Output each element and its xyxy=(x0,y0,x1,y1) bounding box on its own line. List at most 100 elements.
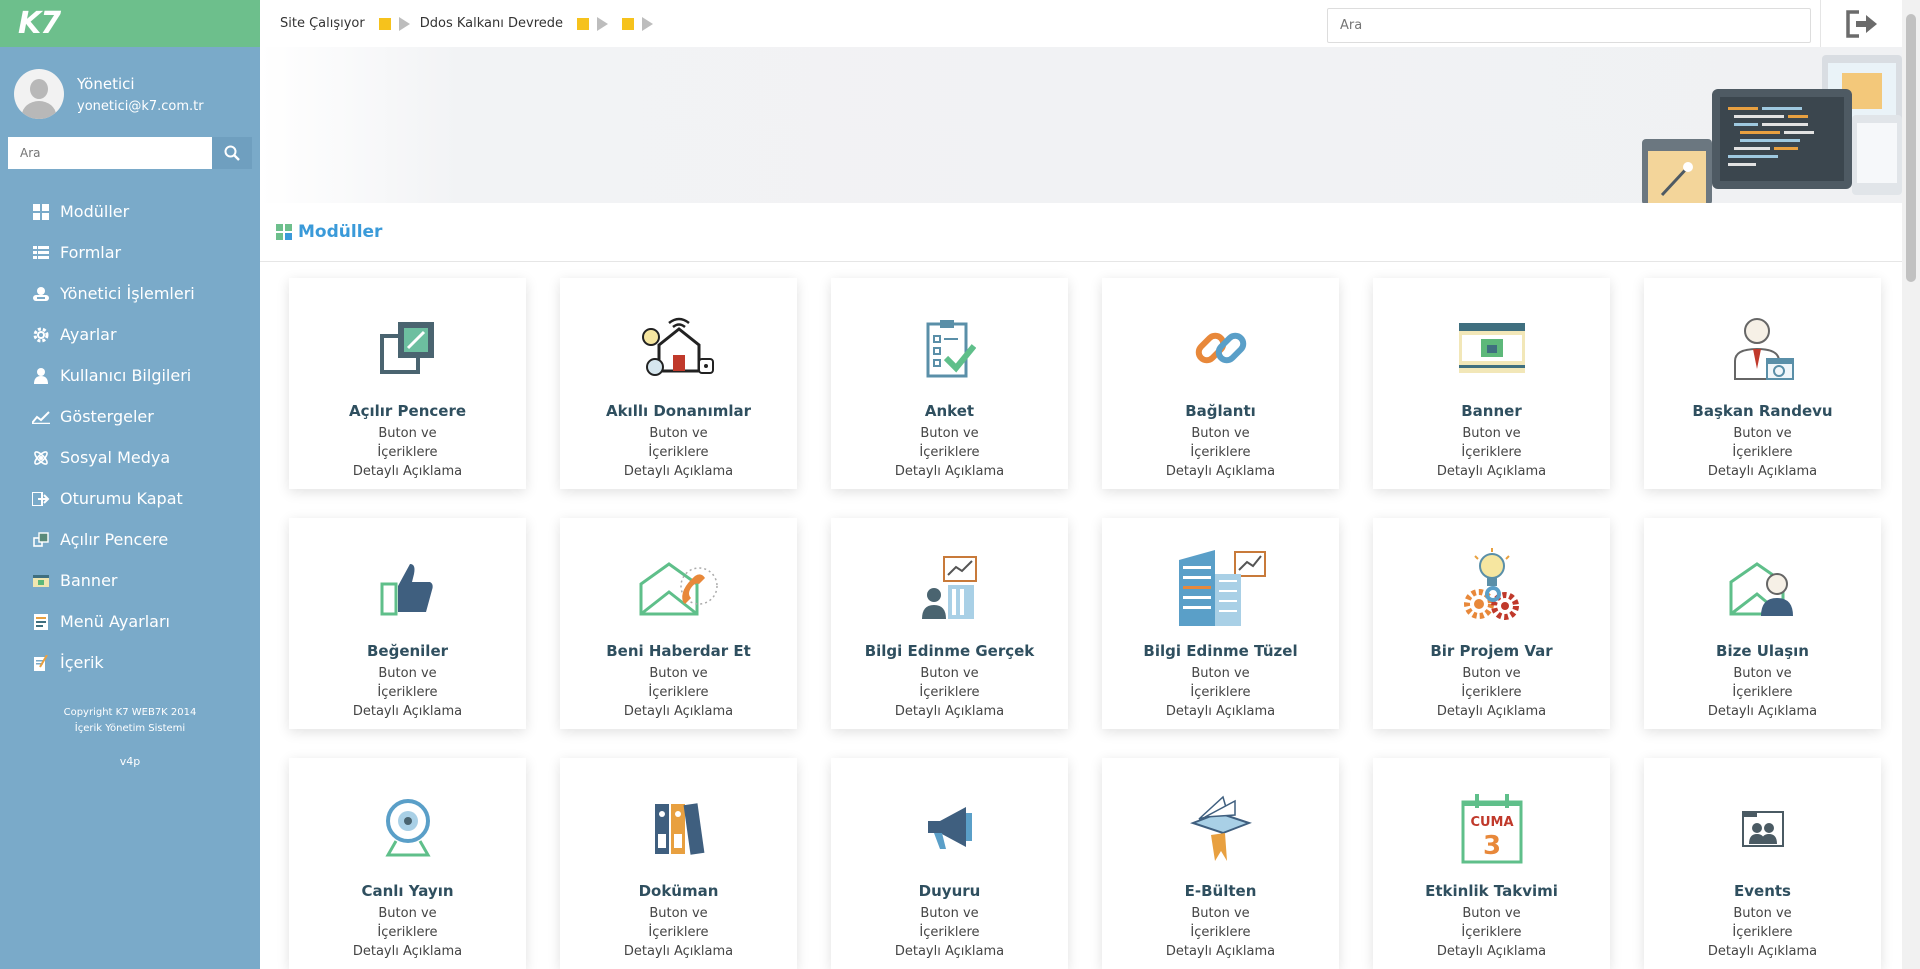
president-appointment-icon xyxy=(1733,318,1794,380)
megaphone-icon xyxy=(927,807,972,849)
sidebar-search xyxy=(8,137,252,169)
status-extra xyxy=(618,16,654,31)
content-icon xyxy=(30,654,52,672)
module-title: Events xyxy=(1734,882,1791,900)
sidebar-item-ayarlar[interactable]: Ayarlar xyxy=(0,314,260,355)
grid-icon xyxy=(30,203,52,221)
webcam-icon xyxy=(384,799,431,857)
module-title: Beğeniler xyxy=(366,642,449,660)
module-card[interactable]: Events Buton ve İçeriklere Detaylı Açıkl… xyxy=(1644,758,1881,969)
module-desc: Buton ve İçeriklere Detaylı Açıklama xyxy=(352,426,463,479)
module-desc: Buton ve İçeriklere Detaylı Açıklama xyxy=(1436,906,1547,959)
module-card[interactable]: Banner Buton ve İçeriklere Detaylı Açıkl… xyxy=(1373,278,1610,489)
calendar-icon: CUMA3 xyxy=(1461,794,1522,864)
module-title: Etkinlik Takvimi xyxy=(1425,882,1558,900)
module-card[interactable]: Doküman Buton ve İçeriklere Detaylı Açık… xyxy=(560,758,797,969)
sidebar-item-yonetici-islemleri[interactable]: Yönetici İşlemleri xyxy=(0,273,260,314)
module-card[interactable]: Bir Projem Var Buton ve İçeriklere Detay… xyxy=(1373,518,1610,729)
sidebar-item-label: Oturumu Kapat xyxy=(60,489,183,508)
list-icon xyxy=(30,244,52,262)
version-label: v4p xyxy=(119,755,141,768)
module-card[interactable]: Akıllı Donanımlar Buton ve İçeriklere De… xyxy=(560,278,797,489)
module-card[interactable]: CUMA 3 Etkinlik Takvimi Buton ve İçerikle… xyxy=(1373,758,1610,969)
module-title: Banner xyxy=(1461,402,1522,420)
sidebar-item-label: İçerik xyxy=(60,653,104,672)
top-search-input[interactable] xyxy=(1327,8,1811,43)
module-title: Duyuru xyxy=(918,882,981,900)
module-title: Bilgi Edinme Gerçek xyxy=(864,642,1035,660)
module-card[interactable]: Bağlantı Buton ve İçeriklere Detaylı Açı… xyxy=(1102,278,1339,489)
module-desc: Buton ve İçeriklere Detaylı Açıklama xyxy=(623,666,734,719)
module-desc: Buton ve İçeriklere Detaylı Açıklama xyxy=(352,666,463,719)
module-desc: Buton ve İçeriklere Detaylı Açıklama xyxy=(623,426,734,479)
module-title: Açılır Pencere xyxy=(348,402,467,420)
sidebar-item-icerik[interactable]: İçerik xyxy=(0,642,260,683)
status-bar: Site Çalışıyor Ddos Kalkanı Devrede xyxy=(260,16,663,31)
popup-icon xyxy=(30,531,52,549)
binders-icon xyxy=(654,803,704,855)
module-title: Bilgi Edinme Tüzel xyxy=(1143,642,1298,660)
sidebar-item-acilir-pencere[interactable]: Açılır Pencere xyxy=(0,519,260,560)
module-card[interactable]: Canlı Yayın Buton ve İçeriklere Detaylı … xyxy=(289,758,526,969)
corporate-building-icon xyxy=(1178,550,1266,626)
sidebar-item-gostergeler[interactable]: Göstergeler xyxy=(0,396,260,437)
banner-image-icon xyxy=(1458,323,1525,373)
sidebar-item-label: Yönetici İşlemleri xyxy=(60,284,195,303)
module-title: Başkan Randevu xyxy=(1692,402,1833,420)
user-email: yonetici@k7.com.tr xyxy=(77,98,204,114)
module-card[interactable]: Duyuru Buton ve İçeriklere Detaylı Açıkl… xyxy=(831,758,1068,969)
sidebar-item-banner[interactable]: Banner xyxy=(0,560,260,601)
status-square-icon xyxy=(622,17,635,30)
module-card[interactable]: Bilgi Edinme Tüzel Buton ve İçeriklere D… xyxy=(1102,518,1339,729)
gear-icon xyxy=(30,326,52,344)
envelope-phone-icon xyxy=(639,562,718,616)
logo[interactable]: K7 xyxy=(18,6,61,41)
sidebar-search-input[interactable] xyxy=(8,137,212,169)
topbar: Site Çalışıyor Ddos Kalkanı Devrede xyxy=(260,0,1902,47)
sidebar-search-button[interactable] xyxy=(212,137,252,169)
logout-icon xyxy=(1845,9,1877,38)
grid-icon xyxy=(276,224,292,240)
sidebar-item-kullanici-bilgileri[interactable]: Kullanıcı Bilgileri xyxy=(0,355,260,396)
play-icon[interactable] xyxy=(642,16,654,31)
idea-gears-icon xyxy=(1463,548,1519,620)
sidebar-item-label: Menü Ayarları xyxy=(60,612,170,631)
scrollbar[interactable] xyxy=(1902,0,1920,969)
sidebar-item-moduller[interactable]: Modüller xyxy=(0,191,260,232)
module-card[interactable]: Beğeniler Buton ve İçeriklere Detaylı Aç… xyxy=(289,518,526,729)
module-card[interactable]: Anket Buton ve İçeriklere Detaylı Açıkla… xyxy=(831,278,1068,489)
module-desc: Buton ve İçeriklere Detaylı Açıklama xyxy=(1165,426,1276,479)
search-icon xyxy=(224,145,240,161)
scroll-thumb[interactable] xyxy=(1906,14,1916,282)
user-icon xyxy=(30,367,52,385)
logout-button[interactable] xyxy=(1820,0,1902,47)
copyright-line: İçerik Yönetim Sistemi xyxy=(74,723,186,734)
module-title: Bize Ulaşın xyxy=(1716,642,1809,660)
module-desc: Buton ve İçeriklere Detaylı Açıklama xyxy=(1165,666,1276,719)
sidebar-item-label: Banner xyxy=(60,571,118,590)
sidebar-item-oturumu-kapat[interactable]: Oturumu Kapat xyxy=(0,478,260,519)
module-card[interactable]: Bilgi Edinme Gerçek Buton ve İçeriklere … xyxy=(831,518,1068,729)
smart-home-icon xyxy=(641,317,714,376)
user-panel: Yönetici yonetici@k7.com.tr xyxy=(0,47,260,125)
module-desc: Buton ve İçeriklere Detaylı Açıklama xyxy=(894,906,1005,959)
play-icon[interactable] xyxy=(597,16,609,31)
module-title: Doküman xyxy=(638,882,719,900)
avatar xyxy=(14,69,64,119)
module-title: Canlı Yayın xyxy=(361,882,454,900)
play-icon[interactable] xyxy=(398,16,410,31)
module-title: E-Bülten xyxy=(1184,882,1257,900)
module-card[interactable]: Başkan Randevu Buton ve İçeriklere Detay… xyxy=(1644,278,1881,489)
link-chain-icon xyxy=(1195,332,1246,364)
sidebar-item-label: Açılır Pencere xyxy=(60,530,169,549)
module-desc: Buton ve İçeriklere Detaylı Açıklama xyxy=(1165,906,1276,959)
status-site: Site Çalışıyor xyxy=(280,16,410,31)
sidebar-item-sosyal-medya[interactable]: Sosyal Medya xyxy=(0,437,260,478)
sidebar-item-menu-ayarlari[interactable]: Menü Ayarları xyxy=(0,601,260,642)
module-card[interactable]: Beni Haberdar Et Buton ve İçeriklere Det… xyxy=(560,518,797,729)
calendar-day: CUMA xyxy=(1470,815,1513,830)
module-card[interactable]: Açılır Pencere Buton ve İçeriklere Detay… xyxy=(289,278,526,489)
module-card[interactable]: Bize Ulaşın Buton ve İçeriklere Detaylı … xyxy=(1644,518,1881,729)
module-card[interactable]: E-Bülten Buton ve İçeriklere Detaylı Açı… xyxy=(1102,758,1339,969)
sidebar-item-formlar[interactable]: Formlar xyxy=(0,232,260,273)
